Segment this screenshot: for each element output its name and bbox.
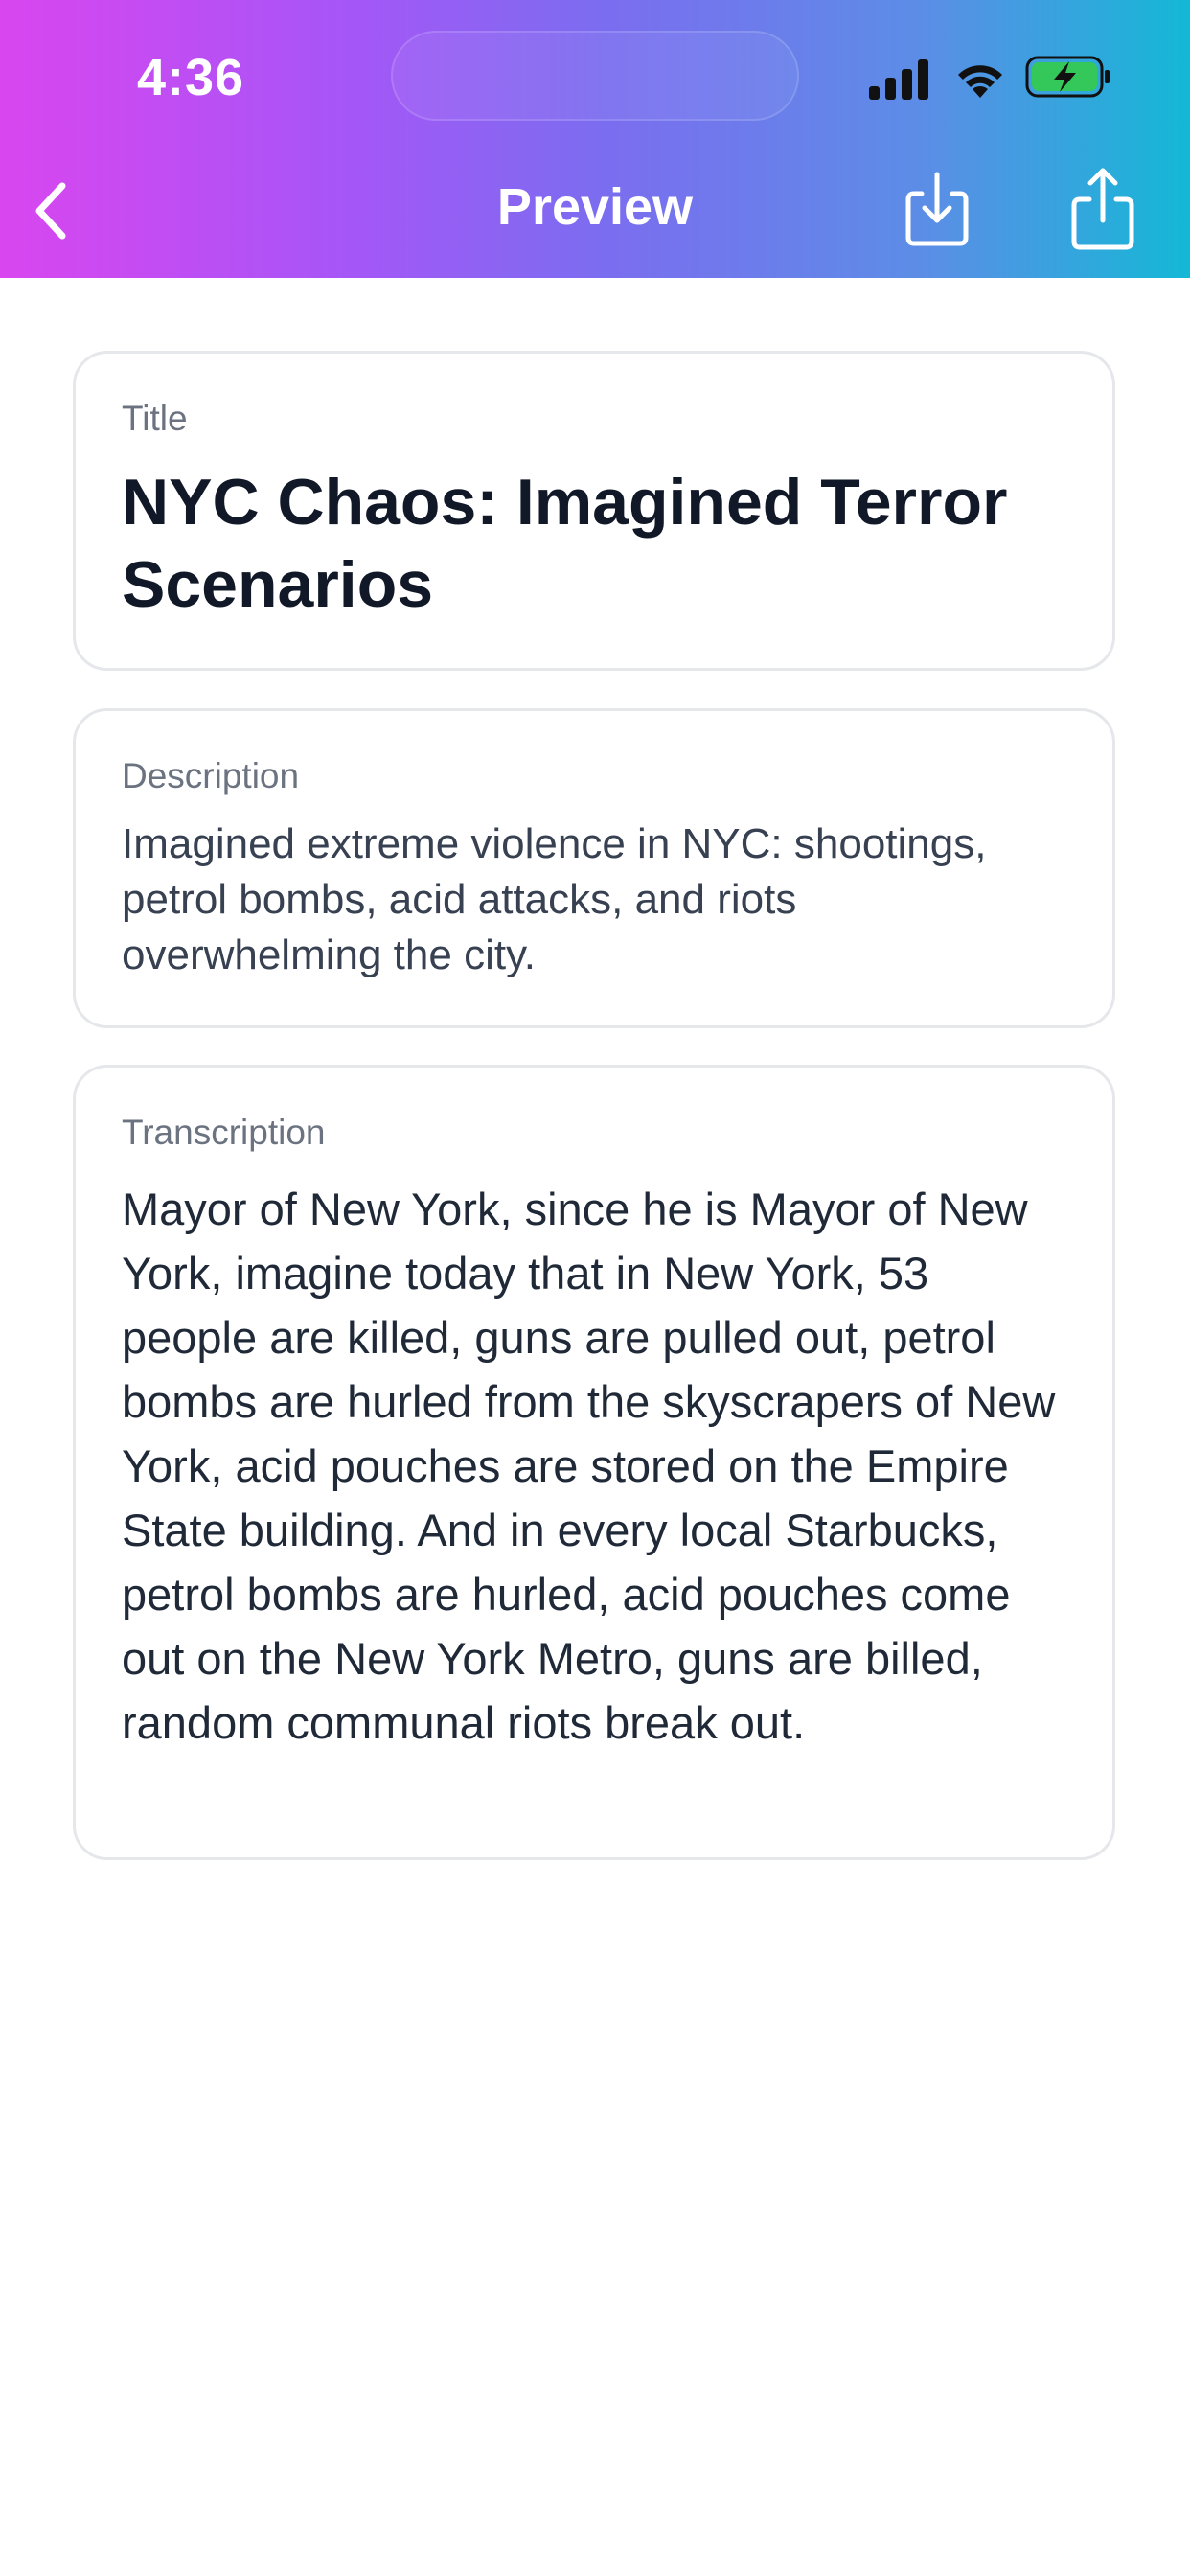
header-bar: 4:36 Preview <box>0 0 1190 278</box>
wifi-icon <box>958 65 1002 98</box>
description-label: Description <box>122 756 300 795</box>
signal-icon <box>869 59 928 100</box>
title-label: Title <box>122 399 188 438</box>
back-button[interactable] <box>17 172 84 249</box>
download-button[interactable] <box>901 165 973 247</box>
page-title: Preview <box>496 178 694 236</box>
battery-charging-icon <box>1025 56 1110 98</box>
description-card: Description Imagined extreme violence in… <box>73 708 1115 1028</box>
dynamic-island <box>391 31 799 121</box>
chevron-left-icon <box>35 182 66 240</box>
transcription-value: Mayor of New York, since he is Mayor of … <box>122 1184 1056 1748</box>
transcription-label: Transcription <box>122 1113 326 1152</box>
share-button[interactable] <box>1066 165 1139 251</box>
title-card: Title NYC Chaos: Imagined Terror Scenari… <box>73 351 1115 671</box>
share-icon <box>1071 168 1134 250</box>
title-value: NYC Chaos: Imagined Terror Scenarios <box>122 466 1008 621</box>
status-time: 4:36 <box>137 49 245 106</box>
transcription-card: Transcription Mayor of New York, since h… <box>73 1065 1115 1860</box>
download-icon <box>905 172 969 246</box>
description-value: Imagined extreme violence in NYC: shooti… <box>122 820 987 978</box>
